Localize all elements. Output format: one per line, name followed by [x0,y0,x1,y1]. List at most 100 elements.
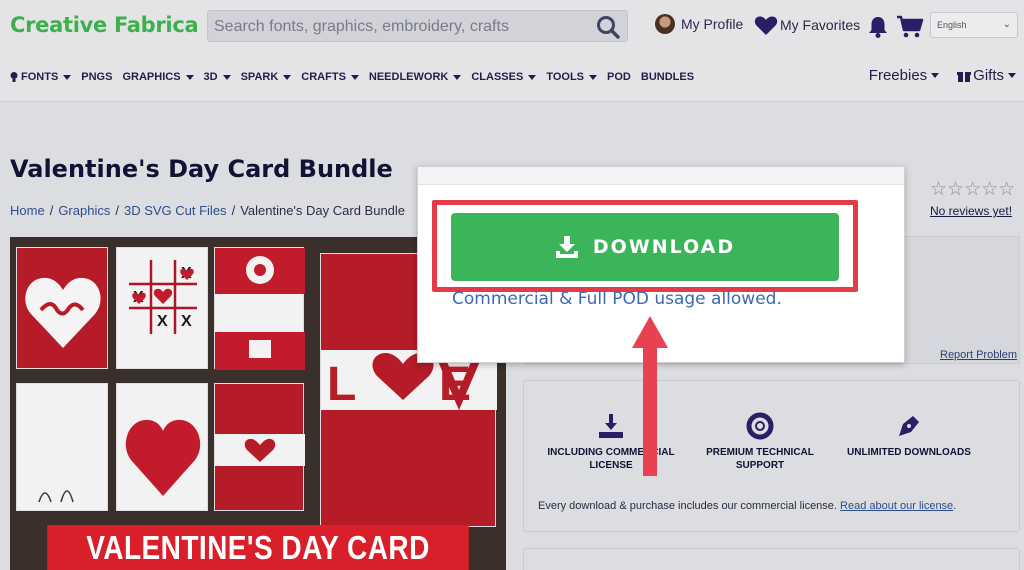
card-happy-valentine-day [16,383,108,511]
svg-text:X: X [181,313,192,330]
caret-down-icon [1008,73,1016,78]
caret-down-icon [931,73,940,78]
license-note-text: Every download & purchase includes our c… [538,500,837,512]
nav-label: PNGS [81,71,113,83]
nav-label: NEEDLEWORK [368,71,449,83]
nav-item-crafts[interactable]: CRAFTS [301,71,359,83]
happy-valentine-art [25,392,101,503]
pen-nib-icon [899,416,919,436]
caret-down-icon [453,74,462,80]
caret-down-icon [283,74,292,80]
language-value: English [937,20,967,30]
gift-icon [957,71,972,82]
license-note: Every download & purchase includes our c… [538,500,956,512]
nav-item-graphics[interactable]: GRAPHICS [122,71,194,83]
popup-header [418,167,904,185]
lifebuoy-icon [746,412,774,440]
nav-item-3d[interactable]: 3D [204,71,231,83]
rating-stars[interactable]: ☆☆☆☆☆ [930,178,1015,201]
nav-item-gifts[interactable]: Gifts [957,67,1016,84]
no-reviews-link[interactable]: No reviews yet! [930,204,1012,218]
nav-label: BUNDLES [640,71,695,83]
read-license-link[interactable]: Read about our license [840,500,953,512]
freebies-label: Freebies [868,67,928,84]
nav-label: FONTS [21,71,59,83]
nav-label: SPARK [240,71,279,83]
my-profile-link[interactable]: My Profile [655,14,743,34]
my-favorites-link[interactable]: My Favorites [754,14,860,36]
caret-down-icon [528,74,537,80]
card-love [16,247,108,369]
breadcrumb: Home / Graphics / 3D SVG Cut Files / Val… [10,203,405,218]
breadcrumb-home[interactable]: Home [10,203,45,218]
language-select[interactable]: English ⌄ [930,12,1018,38]
nav-item-classes[interactable]: CLASSES [471,71,537,83]
feature-technical-support: PREMIUM TECHNICAL SUPPORT [702,412,818,472]
breadcrumb-3d-svg[interactable]: 3D SVG Cut Files [124,203,227,218]
heart-icon [754,16,778,35]
nav-item-tools[interactable]: TOOLS [546,71,598,83]
avatar [655,14,675,34]
caret-down-icon [589,74,598,80]
feature-label: UNLIMITED DOWNLOADS [847,447,971,458]
tic-tac-toe-art: XXXX [129,260,197,334]
top-header: Creative Fabrica My Profile My Favorites… [0,0,1024,52]
nav-label: GRAPHICS [122,71,181,83]
card-tic-tac-toe: XXXX [116,247,208,369]
nav-label: 3D [203,71,218,83]
caret-down-icon [63,74,72,80]
license-note-end: . [953,500,957,512]
breadcrumb-separator: / [115,203,119,218]
seller-box [523,548,1020,570]
nav-label: CLASSES [471,71,524,83]
bell-icon[interactable] [867,15,889,39]
nav-item-needlework[interactable]: NEEDLEWORK [368,71,462,83]
nav-label: POD [607,71,631,83]
valentines-card-art [215,248,305,370]
search-bar [207,10,628,42]
heart-valentine-art [125,419,201,496]
card-love-small [214,383,305,511]
caret-down-icon [350,74,359,80]
nav-item-pngs[interactable]: PNGS [81,71,112,83]
heart-card-art [25,277,101,348]
chevron-down-icon: ⌄ [1002,19,1011,30]
site-logo[interactable]: Creative Fabrica [10,13,199,37]
card-heart-valentine [116,383,208,511]
breadcrumb-separator: / [231,203,236,218]
caret-down-icon [185,74,194,80]
cart-icon[interactable] [896,15,924,39]
breadcrumb-separator: / [49,203,54,218]
hero-banner: VALENTINE'S DAY CARD BUNDLE [47,525,469,570]
svg-text:X: X [157,313,168,330]
my-favorites-label: My Favorites [780,17,861,33]
card-happy-valentines [214,247,305,370]
nav-item-pod[interactable]: POD [607,71,631,83]
report-problem-link[interactable]: Report Problem [940,349,1017,361]
usage-text: Commercial & Full POD usage allowed. [452,289,782,309]
breadcrumb-graphics[interactable]: Graphics [58,203,110,218]
my-profile-label: My Profile [681,16,744,32]
love-small-art [215,434,305,466]
download-tray-icon [599,414,623,438]
bulb-icon [10,72,18,82]
caret-down-icon [222,74,231,80]
nav-item-freebies[interactable]: Freebies [868,67,940,84]
breadcrumb-current: Valentine's Day Card Bundle [240,203,406,218]
nav-label: TOOLS [546,71,585,83]
feature-label: PREMIUM TECHNICAL SUPPORT [706,447,814,471]
nav-menu: FONTS PNGS GRAPHICS 3D SPARK CRAFTS NEED… [10,71,694,83]
search-input[interactable] [214,15,584,39]
gifts-label: Gifts [973,67,1004,84]
main-nav: FONTS PNGS GRAPHICS 3D SPARK CRAFTS NEED… [0,52,1024,102]
nav-item-spark[interactable]: SPARK [241,71,292,83]
search-icon[interactable] [595,14,621,40]
nav-item-fonts[interactable]: FONTS [10,71,72,83]
nav-label: CRAFTS [301,71,346,83]
nav-item-bundles[interactable]: BUNDLES [641,71,694,83]
highlight-box [432,200,858,292]
page-title: Valentine's Day Card Bundle [10,155,393,183]
feature-unlimited-downloads: UNLIMITED DOWNLOADS [842,412,976,459]
nav-right: Freebies Gifts [869,67,1016,84]
svg-text:L: L [327,358,356,411]
